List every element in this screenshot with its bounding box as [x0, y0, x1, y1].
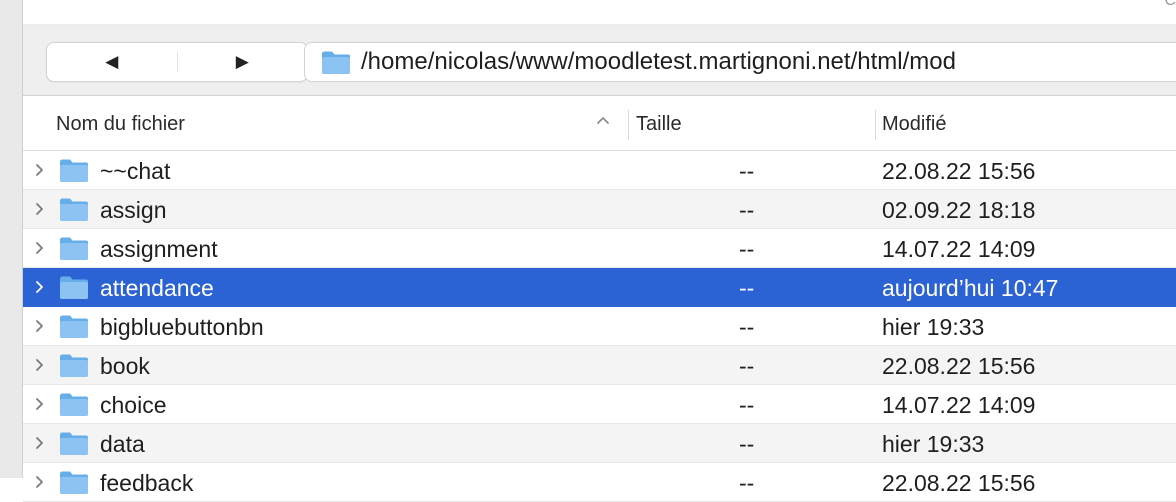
file-name: data — [100, 431, 145, 457]
file-row[interactable]: book -- 22.08.22 15:56 — [23, 346, 1176, 385]
file-size: -- — [739, 392, 755, 418]
file-row[interactable]: assignment -- 14.07.22 14:09 — [23, 229, 1176, 268]
folder-icon — [60, 354, 88, 377]
file-name: bigbluebuttonbn — [100, 314, 264, 340]
column-header-row: Nom du fichier Taille Modifié — [23, 96, 1176, 151]
chevron-right-icon[interactable] — [34, 475, 46, 489]
file-name: assignment — [100, 236, 218, 262]
chevron-right-icon[interactable] — [34, 241, 46, 255]
file-modified: 14.07.22 14:09 — [882, 392, 1036, 418]
column-separator[interactable] — [875, 110, 876, 140]
path-text: /home/nicolas/www/moodletest.martignoni.… — [361, 48, 956, 75]
folder-icon — [60, 237, 88, 260]
chevron-right-icon[interactable] — [34, 358, 46, 372]
file-modified: aujourd’hui 10:47 — [882, 275, 1059, 301]
chevron-right-icon[interactable] — [34, 319, 46, 333]
file-size: -- — [739, 236, 755, 262]
file-name: ~~chat — [100, 158, 171, 184]
folder-icon — [60, 159, 88, 182]
file-size: -- — [739, 470, 755, 496]
column-header-modified[interactable]: Modifié — [882, 113, 946, 136]
file-modified: 22.08.22 15:56 — [882, 470, 1036, 496]
folder-icon — [60, 393, 88, 416]
back-arrow-icon: ◀ — [105, 52, 119, 71]
file-row[interactable]: choice -- 14.07.22 14:09 — [23, 385, 1176, 424]
file-size: -- — [739, 197, 755, 223]
chevron-up-icon[interactable] — [596, 114, 610, 126]
folder-icon — [60, 315, 88, 338]
toolbar: ◀ ▶ /home/nicolas/www/moodletest.martign… — [23, 25, 1176, 96]
file-modified: 02.09.22 18:18 — [882, 197, 1036, 223]
window-left-edge — [0, 0, 23, 478]
file-modified: 14.07.22 14:09 — [882, 236, 1036, 262]
file-modified: 22.08.22 15:56 — [882, 158, 1036, 184]
back-button[interactable]: ◀ — [47, 43, 177, 81]
folder-icon — [322, 51, 350, 74]
file-row[interactable]: data -- hier 19:33 — [23, 424, 1176, 463]
file-name: book — [100, 353, 150, 379]
forward-arrow-icon: ▶ — [235, 52, 249, 71]
chevron-right-icon[interactable] — [34, 280, 46, 294]
column-header-name[interactable]: Nom du fichier — [56, 113, 185, 136]
file-size: -- — [739, 158, 755, 184]
file-name: assign — [100, 197, 167, 223]
folder-icon — [60, 198, 88, 221]
file-row[interactable]: assign -- 02.09.22 18:18 — [23, 190, 1176, 229]
file-row[interactable]: attendance -- aujourd’hui 10:47 — [23, 268, 1176, 307]
chevron-right-icon[interactable] — [34, 163, 46, 177]
chevron-right-icon[interactable] — [34, 202, 46, 216]
column-header-size[interactable]: Taille — [636, 113, 682, 136]
file-row[interactable]: feedback -- 22.08.22 15:56 — [23, 463, 1176, 502]
file-size: -- — [739, 431, 755, 457]
file-modified: 22.08.22 15:56 — [882, 353, 1036, 379]
file-size: -- — [739, 314, 755, 340]
file-name: choice — [100, 392, 167, 418]
title-bar-corner-text: C — [1164, 0, 1176, 9]
file-modified: hier 19:33 — [882, 314, 985, 340]
file-row[interactable]: ~~chat -- 22.08.22 15:56 — [23, 151, 1176, 190]
title-bar: C — [23, 0, 1176, 25]
column-separator[interactable] — [628, 110, 629, 140]
chevron-right-icon[interactable] — [34, 436, 46, 450]
file-row[interactable]: bigbluebuttonbn -- hier 19:33 — [23, 307, 1176, 346]
folder-icon — [60, 471, 88, 494]
file-name: attendance — [100, 275, 214, 301]
forward-button[interactable]: ▶ — [178, 43, 308, 81]
file-name: feedback — [100, 470, 194, 496]
file-size: -- — [739, 353, 755, 379]
file-modified: hier 19:33 — [882, 431, 985, 457]
chevron-right-icon[interactable] — [34, 397, 46, 411]
file-size: -- — [739, 275, 755, 301]
path-field[interactable]: /home/nicolas/www/moodletest.martignoni.… — [304, 42, 1176, 82]
file-list: ~~chat -- 22.08.22 15:56 assign -- 02.09.22 1… — [23, 151, 1176, 502]
folder-icon — [60, 276, 88, 299]
navigation-buttons: ◀ ▶ — [46, 42, 308, 82]
folder-icon — [60, 432, 88, 455]
